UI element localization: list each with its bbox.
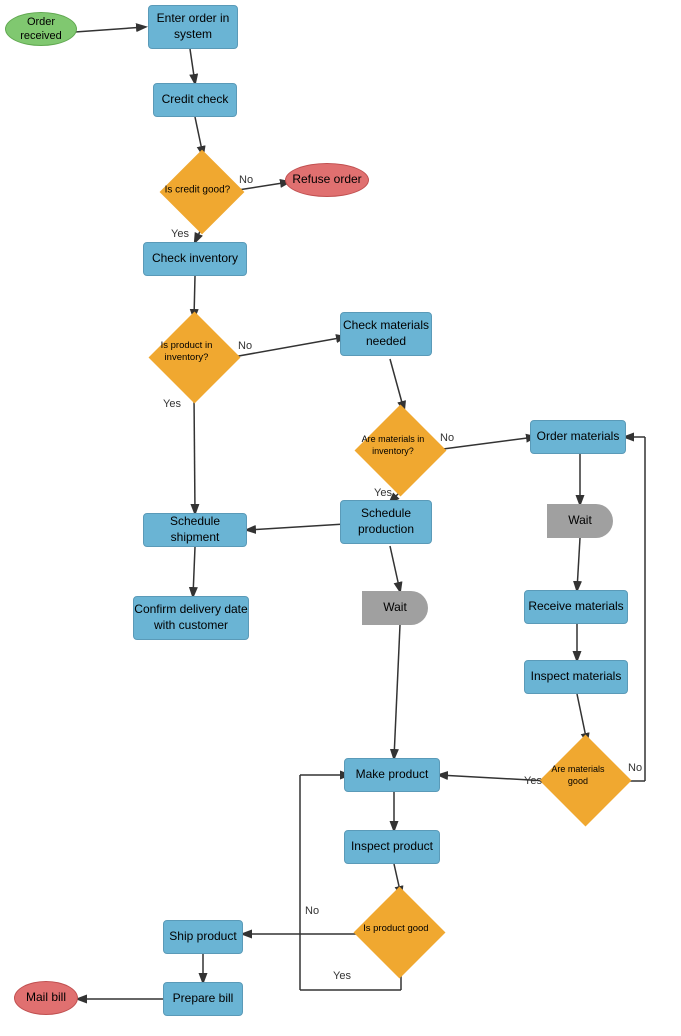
- are-materials-good-label: Are materials good: [541, 764, 613, 787]
- confirm-delivery-node: Confirm delivery date with customer: [133, 596, 249, 640]
- no-materials-inv-label: No: [440, 432, 454, 444]
- prepare-bill-label: Prepare bill: [173, 991, 234, 1007]
- schedule-shipment-node: Schedule shipment: [143, 513, 247, 547]
- enter-order-label: Enter order in system: [149, 11, 237, 42]
- are-materials-in-inv-label: Are materials in inventory?: [356, 434, 428, 457]
- order-received-label: Order received: [6, 15, 76, 44]
- make-product-node: Make product: [344, 758, 440, 792]
- are-materials-in-inv-node: Are materials in inventory?: [358, 408, 442, 492]
- check-inventory-label: Check inventory: [152, 251, 238, 267]
- confirm-delivery-label: Confirm delivery date with customer: [134, 602, 248, 633]
- refuse-order-node: Refuse order: [285, 163, 369, 197]
- inspect-product-label: Inspect product: [351, 839, 433, 855]
- inspect-materials-node: Inspect materials: [524, 660, 628, 694]
- inspect-product-node: Inspect product: [344, 830, 440, 864]
- prepare-bill-node: Prepare bill: [163, 982, 243, 1016]
- check-inventory-node: Check inventory: [143, 242, 247, 276]
- no-materials-good-label: No: [628, 762, 642, 774]
- schedule-shipment-label: Schedule shipment: [144, 514, 246, 545]
- make-product-label: Make product: [356, 767, 429, 783]
- no-product-good-label: No: [305, 905, 319, 917]
- mail-bill-node: Mail bill: [14, 981, 78, 1015]
- wait2-label: Wait: [383, 600, 407, 616]
- yes-credit-label: Yes: [171, 228, 189, 240]
- is-product-good-node: Is product good: [357, 890, 441, 974]
- is-credit-good-label: Is credit good?: [162, 184, 232, 197]
- refuse-order-label: Refuse order: [292, 172, 361, 188]
- ship-product-node: Ship product: [163, 920, 243, 954]
- yes-materials-inv-label: Yes: [374, 487, 392, 499]
- check-materials-node: Check materials needed: [340, 312, 432, 356]
- yes-materials-good-label: Yes: [524, 775, 542, 787]
- order-materials-node: Order materials: [530, 420, 626, 454]
- order-received-node: Order received: [5, 12, 77, 46]
- wait1-node: Wait: [547, 504, 613, 538]
- schedule-production-label: Schedule production: [341, 506, 431, 537]
- is-product-good-label: Is product good: [359, 923, 431, 935]
- yes-inventory-label: Yes: [163, 398, 181, 410]
- enter-order-node: Enter order in system: [148, 5, 238, 49]
- credit-check-label: Credit check: [162, 92, 229, 108]
- no-credit-label: No: [239, 174, 253, 186]
- is-product-in-inv-node: Is product in inventory?: [152, 315, 236, 399]
- inspect-materials-label: Inspect materials: [531, 669, 622, 685]
- no-inventory-label: No: [238, 340, 252, 352]
- receive-materials-node: Receive materials: [524, 590, 628, 624]
- wait2-node: Wait: [362, 591, 428, 625]
- yes-product-good-label: Yes: [333, 970, 351, 982]
- is-credit-good-node: Is credit good?: [162, 152, 242, 232]
- are-materials-good-node: Are materials good: [543, 738, 627, 822]
- schedule-production-node: Schedule production: [340, 500, 432, 544]
- ship-product-label: Ship product: [169, 929, 236, 945]
- receive-materials-label: Receive materials: [528, 599, 623, 615]
- credit-check-node: Credit check: [153, 83, 237, 117]
- order-materials-label: Order materials: [537, 429, 620, 445]
- wait1-label: Wait: [568, 513, 592, 529]
- is-product-in-inv-label: Is product in inventory?: [150, 340, 222, 365]
- check-materials-label: Check materials needed: [341, 318, 431, 349]
- mail-bill-label: Mail bill: [26, 990, 66, 1006]
